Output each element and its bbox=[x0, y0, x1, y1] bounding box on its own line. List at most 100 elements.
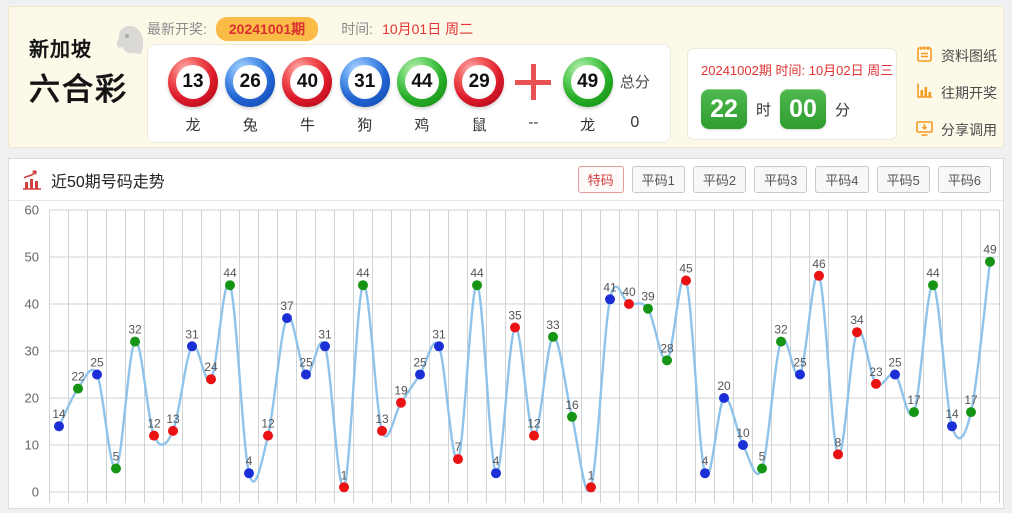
svg-text:30: 30 bbox=[25, 344, 39, 359]
data-point bbox=[472, 280, 482, 290]
link-item-history[interactable]: 往期开奖 bbox=[915, 81, 997, 105]
data-point bbox=[187, 341, 197, 351]
zodiac-label: 鼠 bbox=[472, 114, 487, 131]
issue-badge: 20241001期 bbox=[216, 17, 318, 41]
data-point bbox=[852, 327, 862, 337]
data-point bbox=[795, 370, 805, 380]
plus-column: -- bbox=[511, 57, 555, 131]
svg-text:25: 25 bbox=[413, 356, 427, 370]
svg-text:25: 25 bbox=[793, 356, 807, 370]
trend-panel: 近50期号码走势 特码平码1平码2平码3平码4平码5平码6 0102030405… bbox=[8, 158, 1004, 509]
zodiac-label: 龙 bbox=[580, 114, 595, 131]
merlion-icon bbox=[113, 23, 147, 57]
svg-text:34: 34 bbox=[850, 313, 864, 327]
svg-text:1: 1 bbox=[341, 468, 348, 482]
hour-block: 22 bbox=[701, 89, 747, 129]
svg-text:19: 19 bbox=[394, 384, 408, 398]
tab-normal-number-4[interactable]: 平码4 bbox=[815, 166, 868, 193]
data-point bbox=[320, 341, 330, 351]
data-point bbox=[966, 407, 976, 417]
svg-text:25: 25 bbox=[299, 356, 313, 370]
link-item-datasheet[interactable]: 资料图纸 bbox=[915, 44, 997, 68]
countdown-box: 20241002期 时间: 10月02日 周三 22 时 00 分 bbox=[687, 48, 897, 140]
lottery-ball-green: 49 bbox=[563, 57, 613, 107]
tab-special-number[interactable]: 特码 bbox=[578, 166, 624, 193]
data-point bbox=[814, 271, 824, 281]
svg-text:31: 31 bbox=[432, 327, 446, 341]
time-label: 时间: bbox=[341, 19, 373, 39]
total-column: 总分0 bbox=[620, 57, 650, 131]
data-point bbox=[168, 426, 178, 436]
lottery-ball-red: 13 bbox=[168, 57, 218, 107]
svg-text:14: 14 bbox=[52, 407, 66, 421]
data-point bbox=[282, 313, 292, 323]
link-label: 往期开奖 bbox=[941, 83, 997, 103]
data-point bbox=[548, 332, 558, 342]
svg-text:1: 1 bbox=[588, 468, 595, 482]
data-point bbox=[54, 421, 64, 431]
time-value: 10月01日 周二 bbox=[382, 19, 473, 39]
data-point bbox=[719, 393, 729, 403]
svg-text:50: 50 bbox=[25, 250, 39, 265]
svg-text:14: 14 bbox=[945, 407, 959, 421]
data-point bbox=[339, 482, 349, 492]
data-point bbox=[225, 280, 235, 290]
trend-chart: 0102030405060142225532121331244441237253… bbox=[9, 202, 1003, 508]
ball-column: 44鸡 bbox=[397, 57, 447, 131]
data-point bbox=[833, 449, 843, 459]
ball-column: 31狗 bbox=[340, 57, 390, 131]
link-item-share[interactable]: 分享调用 bbox=[915, 118, 997, 142]
svg-text:41: 41 bbox=[603, 280, 617, 294]
svg-text:12: 12 bbox=[527, 417, 541, 431]
svg-text:44: 44 bbox=[223, 266, 237, 280]
notebook-icon bbox=[915, 44, 934, 68]
ball-number: 26 bbox=[233, 65, 267, 99]
svg-text:44: 44 bbox=[470, 266, 484, 280]
ball-number: 40 bbox=[290, 65, 324, 99]
svg-text:40: 40 bbox=[25, 297, 39, 312]
trend-title-wrap: 近50期号码走势 bbox=[21, 168, 165, 192]
svg-text:7: 7 bbox=[455, 440, 462, 454]
svg-text:10: 10 bbox=[25, 438, 39, 453]
trend-line-chart: 0102030405060142225532121331244441237253… bbox=[9, 202, 1003, 508]
tab-normal-number-2[interactable]: 平码2 bbox=[693, 166, 746, 193]
data-point bbox=[510, 323, 520, 333]
next-draw-line: 20241002期 时间: 10月02日 周三 bbox=[701, 60, 883, 79]
zodiac-label: 兔 bbox=[243, 114, 258, 131]
zodiac-label: 狗 bbox=[357, 114, 372, 131]
data-point bbox=[415, 370, 425, 380]
tab-normal-number-6[interactable]: 平码6 bbox=[938, 166, 991, 193]
special-ball-column: 49 龙 bbox=[563, 57, 613, 131]
svg-text:23: 23 bbox=[869, 365, 883, 379]
svg-text:5: 5 bbox=[759, 450, 766, 464]
logo-line2: 六合彩 bbox=[29, 64, 141, 109]
next-issue: 20241002期 bbox=[701, 63, 772, 78]
svg-text:17: 17 bbox=[964, 393, 978, 407]
data-point bbox=[149, 431, 159, 441]
trend-header: 近50期号码走势 特码平码1 平码2 平码3 平码4 平码5 平码6 bbox=[9, 159, 1003, 201]
data-point bbox=[130, 337, 140, 347]
data-point bbox=[909, 407, 919, 417]
zodiac-label: 龙 bbox=[185, 114, 200, 131]
svg-text:31: 31 bbox=[318, 327, 332, 341]
data-point bbox=[263, 431, 273, 441]
data-point bbox=[92, 370, 102, 380]
svg-text:13: 13 bbox=[166, 412, 180, 426]
data-point bbox=[928, 280, 938, 290]
header-panel: 新加坡 六合彩 最新开奖: 20241001期 时间: 10月01日 周二 13… bbox=[8, 6, 1004, 148]
tab-normal-number-1[interactable]: 平码1 bbox=[632, 166, 685, 193]
svg-text:39: 39 bbox=[641, 290, 655, 304]
svg-text:25: 25 bbox=[888, 356, 902, 370]
svg-text:35: 35 bbox=[508, 309, 522, 323]
trend-tabs: 特码平码1 平码2 平码3 平码4 平码5 平码6 bbox=[578, 166, 991, 193]
data-point bbox=[871, 379, 881, 389]
barchart-icon bbox=[915, 81, 934, 105]
data-point bbox=[985, 257, 995, 267]
next-time-value: 10月02日 周三 bbox=[809, 63, 894, 78]
tab-normal-number-5[interactable]: 平码5 bbox=[877, 166, 930, 193]
ball-number: 13 bbox=[176, 65, 210, 99]
data-point bbox=[73, 384, 83, 394]
svg-text:44: 44 bbox=[926, 266, 940, 280]
tab-normal-number-3[interactable]: 平码3 bbox=[754, 166, 807, 193]
svg-text:8: 8 bbox=[835, 435, 842, 449]
